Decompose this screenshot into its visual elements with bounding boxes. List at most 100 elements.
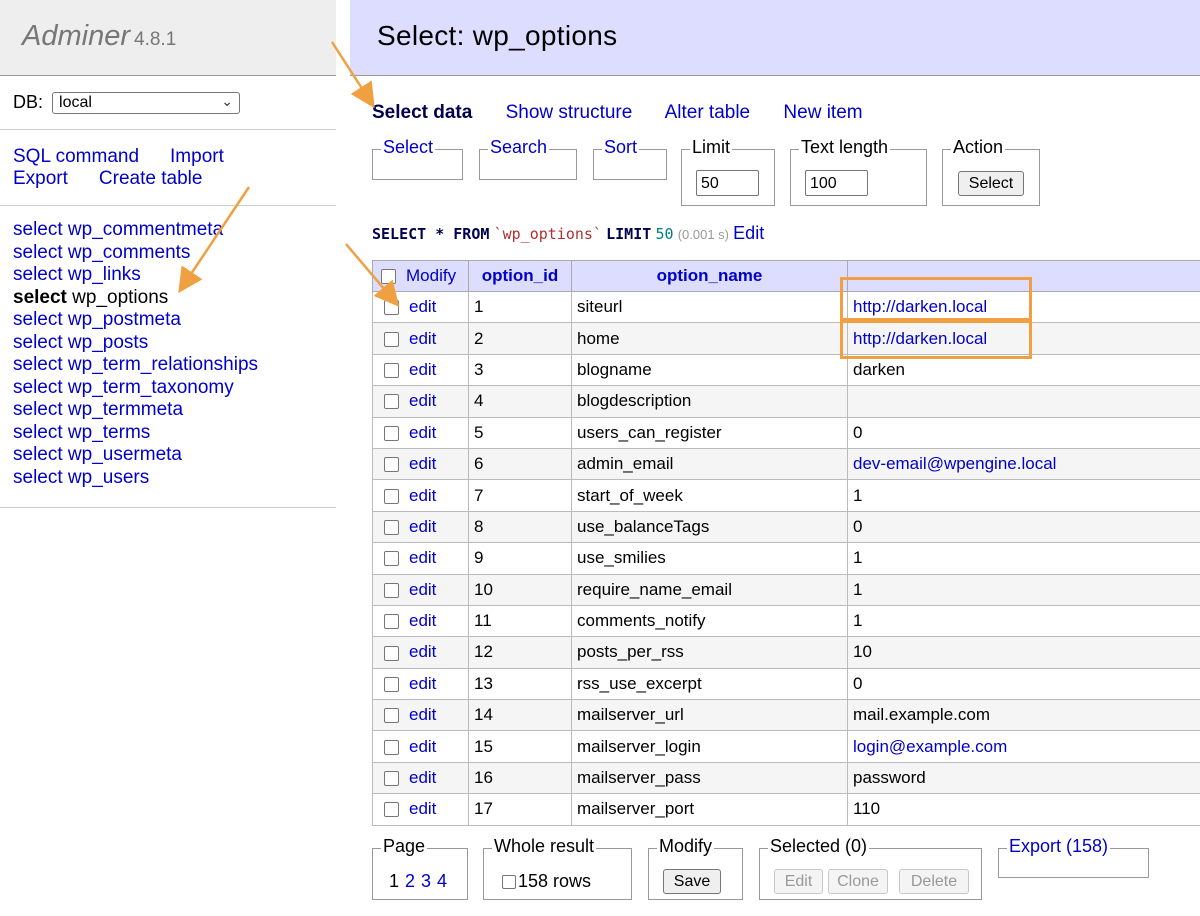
row-modify-cell: edit: [372, 290, 469, 324]
table-row: edit 8 use_balanceTags 0: [372, 510, 1200, 544]
text-length-input[interactable]: 100: [805, 170, 868, 196]
row-edit-link[interactable]: edit: [409, 391, 436, 410]
row-edit-link[interactable]: edit: [409, 360, 436, 379]
export-link[interactable]: Export: [13, 168, 68, 190]
clone-button[interactable]: Clone: [828, 869, 888, 894]
table-link-wp-term-relationships[interactable]: select wp_term_relationships: [13, 354, 336, 377]
row-checkbox[interactable]: [384, 771, 399, 787]
page-link-2[interactable]: 2: [405, 871, 415, 891]
edit-query-link[interactable]: Edit: [733, 223, 764, 243]
sort-legend[interactable]: Sort: [602, 137, 640, 158]
cell-option-value: password: [847, 761, 1200, 795]
tab-new-item[interactable]: New item: [783, 102, 862, 123]
tab-select-data[interactable]: Select data: [372, 102, 472, 123]
cell-option-name: mailserver_url: [571, 699, 848, 732]
whole-result-option[interactable]: 158 rows: [502, 871, 591, 892]
row-edit-link[interactable]: edit: [409, 799, 436, 818]
row-edit-link[interactable]: edit: [409, 548, 436, 567]
table-link-keyword: select: [13, 286, 67, 308]
row-edit-link[interactable]: edit: [409, 580, 436, 599]
action-fieldset: Action Select: [942, 137, 1040, 206]
table-link-wp-postmeta[interactable]: select wp_postmeta: [13, 309, 336, 332]
table-link-wp-links[interactable]: select wp_links: [13, 264, 336, 287]
cell-option-value[interactable]: dev-email@wpengine.local: [847, 447, 1200, 481]
row-edit-link[interactable]: edit: [409, 329, 436, 348]
row-checkbox[interactable]: [384, 551, 399, 567]
row-checkbox[interactable]: [384, 676, 399, 692]
select-all-checkbox[interactable]: [381, 269, 396, 285]
table-link-wp-termmeta[interactable]: select wp_termmeta: [13, 399, 336, 422]
col-modify[interactable]: Modify: [372, 260, 469, 292]
selected-fieldset: Selected (0) Edit Clone Delete: [759, 836, 982, 900]
sql-command-link[interactable]: SQL command: [13, 146, 139, 168]
tab-show-structure[interactable]: Show structure: [506, 102, 633, 123]
table-link-wp-commentmeta[interactable]: select wp_commentmeta: [13, 219, 336, 242]
table-link-wp-comments[interactable]: select wp_comments: [13, 242, 336, 265]
row-checkbox[interactable]: [384, 488, 399, 504]
create-table-link[interactable]: Create table: [99, 168, 203, 190]
page-link-3[interactable]: 3: [421, 871, 431, 891]
action-select-button[interactable]: Select: [958, 171, 1024, 196]
col-option-name[interactable]: option_name: [571, 260, 848, 292]
col-option-id[interactable]: option_id: [468, 260, 572, 292]
table-link-name: wp_posts: [67, 331, 149, 353]
save-button[interactable]: Save: [663, 869, 721, 894]
table-link-wp-terms[interactable]: select wp_terms: [13, 422, 336, 445]
table-link-wp-options[interactable]: select wp_options: [13, 287, 336, 310]
row-checkbox[interactable]: [384, 802, 399, 818]
export-fieldset[interactable]: Export (158): [998, 836, 1149, 878]
export-legend[interactable]: Export (158): [1007, 836, 1111, 857]
db-select[interactable]: local ⌄: [52, 92, 241, 115]
row-checkbox[interactable]: [384, 708, 399, 724]
table-header-row: Modify option_id option_name: [372, 260, 1200, 292]
row-edit-link[interactable]: edit: [409, 486, 436, 505]
import-link[interactable]: Import: [170, 146, 224, 168]
row-checkbox[interactable]: [384, 331, 399, 347]
row-edit-link[interactable]: edit: [409, 737, 436, 756]
row-edit-link[interactable]: edit: [409, 705, 436, 724]
row-checkbox[interactable]: [384, 519, 399, 535]
row-edit-link[interactable]: edit: [409, 423, 436, 442]
row-edit-link[interactable]: edit: [409, 768, 436, 787]
row-checkbox[interactable]: [384, 739, 399, 755]
row-checkbox[interactable]: [384, 645, 399, 661]
search-legend[interactable]: Search: [488, 137, 550, 158]
cell-option-value[interactable]: login@example.com: [847, 730, 1200, 763]
table-link-wp-posts[interactable]: select wp_posts: [13, 332, 336, 355]
table-row: edit 7 start_of_week 1: [372, 479, 1200, 512]
table-row: edit 2 home http://darken.local: [372, 322, 1200, 355]
row-edit-link[interactable]: edit: [409, 642, 436, 661]
row-modify-cell: edit: [372, 636, 469, 669]
select-fieldset[interactable]: Select: [372, 137, 463, 180]
whole-result-checkbox[interactable]: [502, 875, 516, 890]
row-edit-link[interactable]: edit: [409, 611, 436, 630]
row-checkbox[interactable]: [384, 614, 399, 630]
table-link-wp-term-taxonomy[interactable]: select wp_term_taxonomy: [13, 377, 336, 400]
cell-option-name: siteurl: [571, 290, 848, 324]
table-link-keyword: select: [13, 264, 63, 285]
page-header: Select: wp_options: [350, 0, 1200, 76]
limit-input[interactable]: 50: [696, 170, 759, 196]
row-edit-link[interactable]: edit: [409, 297, 436, 316]
select-legend[interactable]: Select: [381, 137, 436, 158]
edit-selected-button[interactable]: Edit: [774, 869, 823, 894]
table-link-wp-users[interactable]: select wp_users: [13, 467, 336, 490]
row-checkbox[interactable]: [384, 425, 399, 441]
row-checkbox[interactable]: [384, 394, 399, 410]
row-checkbox[interactable]: [384, 362, 399, 378]
row-checkbox[interactable]: [384, 582, 399, 598]
search-fieldset[interactable]: Search: [479, 137, 577, 180]
sort-fieldset[interactable]: Sort: [593, 137, 667, 180]
row-edit-link[interactable]: edit: [409, 674, 436, 693]
row-checkbox[interactable]: [384, 457, 399, 473]
cell-option-id: 8: [468, 510, 572, 544]
page-link-4[interactable]: 4: [437, 871, 447, 891]
row-edit-link[interactable]: edit: [409, 454, 436, 473]
row-edit-link[interactable]: edit: [409, 517, 436, 536]
row-checkbox[interactable]: [384, 300, 399, 316]
tab-alter-table[interactable]: Alter table: [665, 102, 751, 123]
table-row: edit 6 admin_email dev-email@wpengine.local: [372, 447, 1200, 481]
delete-button[interactable]: Delete: [899, 869, 969, 894]
table-link-wp-usermeta[interactable]: select wp_usermeta: [13, 444, 336, 467]
brand-name[interactable]: Adminer: [22, 20, 130, 52]
